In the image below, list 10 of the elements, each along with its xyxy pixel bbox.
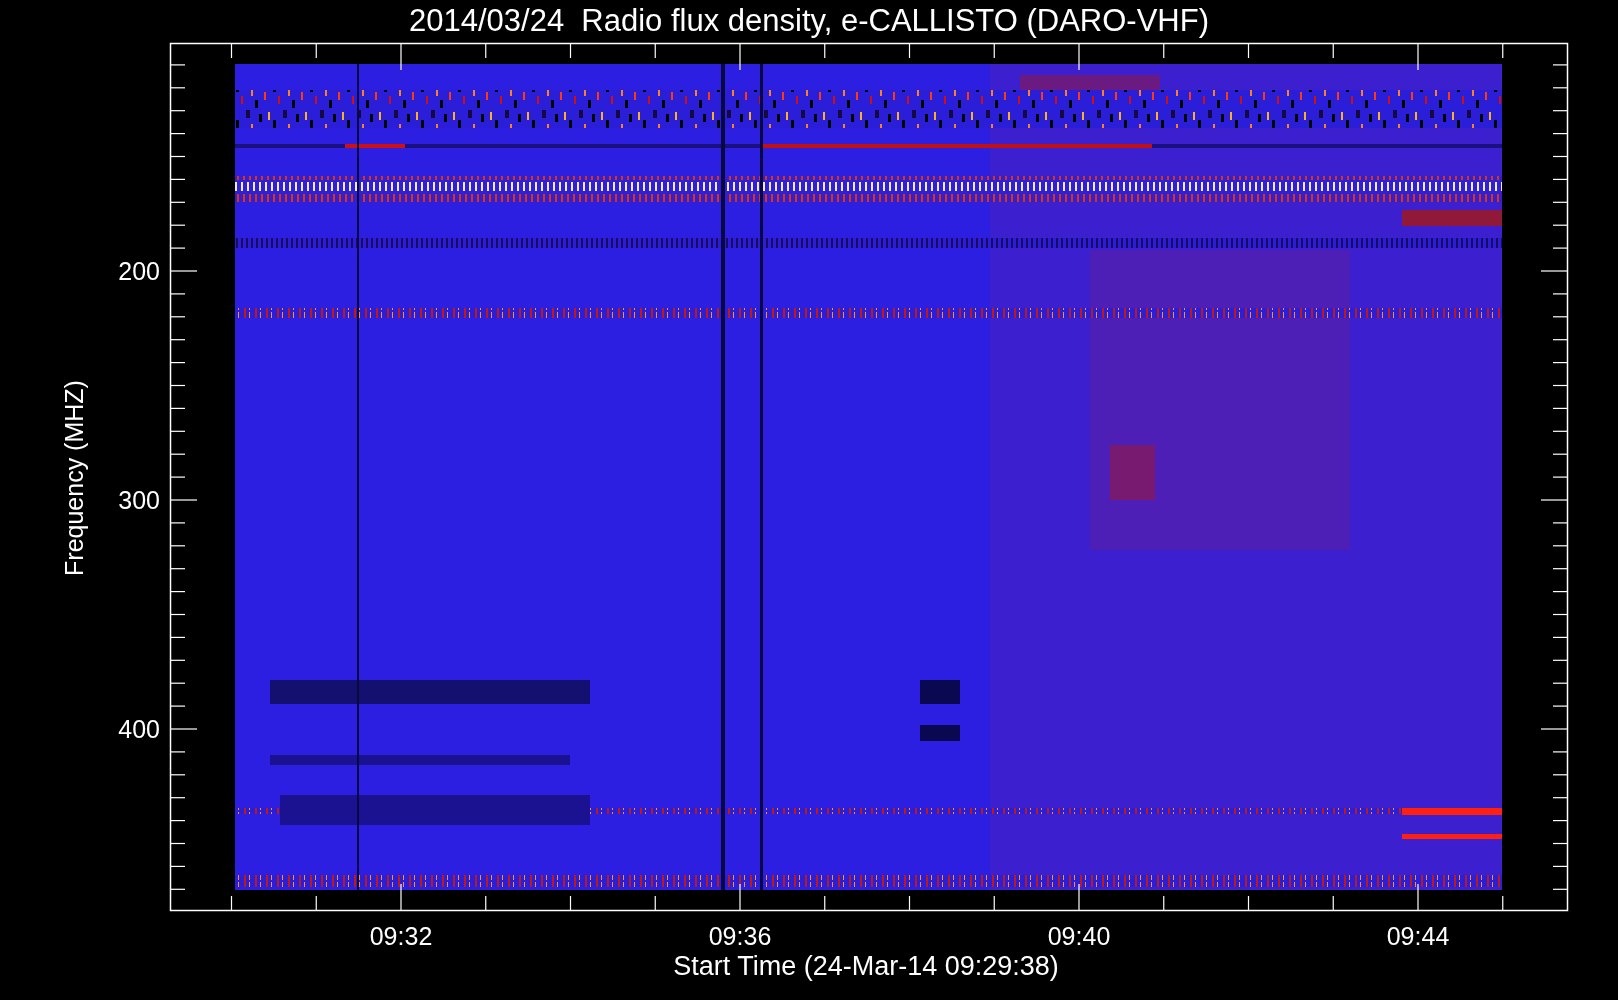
tick-label: 09:36 <box>708 922 772 950</box>
tick-label: 09:32 <box>369 922 433 950</box>
tick-label: 400 <box>118 715 160 743</box>
plot-title: 2014/03/24 Radio flux density, e-CALLISTO (DARO-VHF) <box>409 3 1209 38</box>
axis-label: Frequency (MHZ) <box>60 380 88 576</box>
tick-label: 09:44 <box>1386 922 1450 950</box>
tick-label: 09:40 <box>1047 922 1111 950</box>
axis-label: Start Time (24-Mar-14 09:29:38) <box>673 951 1059 981</box>
tick-label: 300 <box>118 486 160 514</box>
tick-label: 200 <box>118 257 160 285</box>
